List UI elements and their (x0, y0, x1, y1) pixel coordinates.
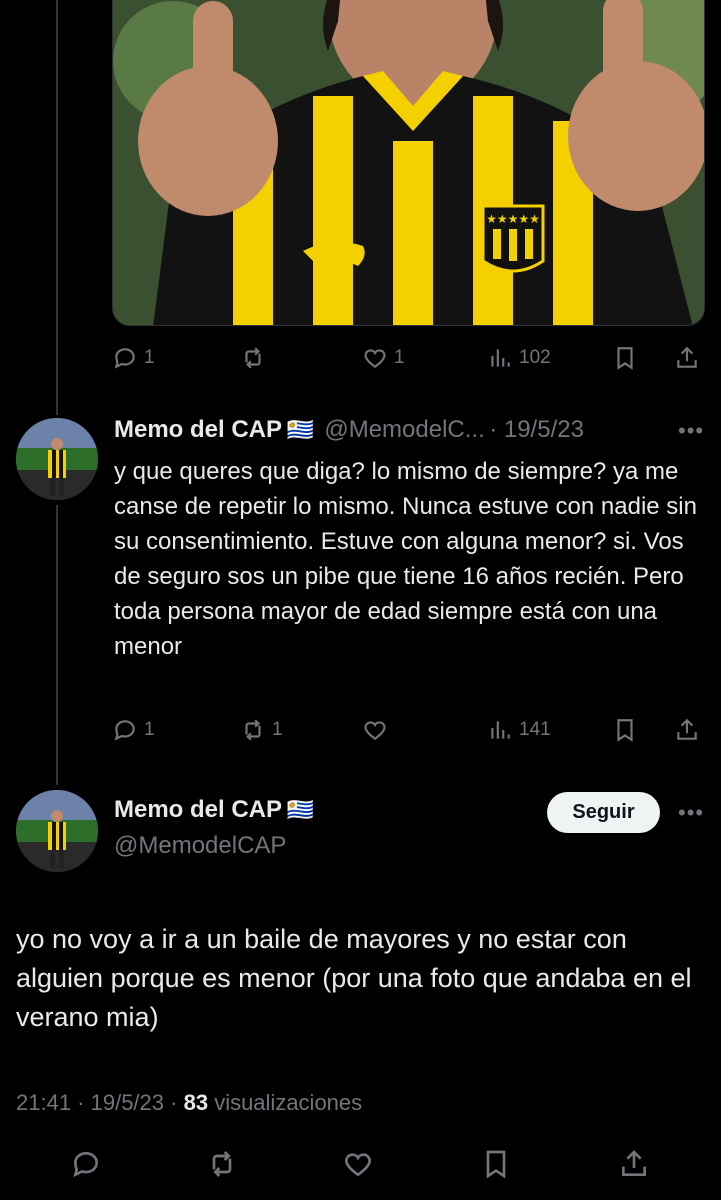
views-chart-icon (491, 721, 510, 739)
heart-icon (345, 1153, 371, 1177)
share-button[interactable] (618, 1148, 650, 1185)
reply-icon (114, 348, 135, 369)
retweet-icon (212, 1151, 232, 1177)
tweet-time[interactable]: 21:41 · 19/5/23 · (16, 1090, 177, 1115)
avatar[interactable] (16, 418, 98, 500)
bookmark-button[interactable] (480, 1148, 512, 1185)
uruguay-flag-icon: 🇺🇾 (286, 417, 314, 442)
views-chart-icon (491, 349, 510, 367)
tweet-meta: 21:41 · 19/5/23 · 83 visualizaciones (16, 1090, 362, 1116)
reply-button[interactable] (70, 1148, 102, 1185)
bookmark-icon (486, 1150, 506, 1179)
retweet-action[interactable] (240, 340, 272, 376)
views-action[interactable]: 141 (487, 712, 551, 748)
main-tweet-author: Memo del CAP 🇺🇾 (114, 796, 314, 824)
tweet-image[interactable]: ★★★★★ (112, 0, 705, 326)
quoted-tweet-actions: 1 1 141 (112, 712, 712, 748)
like-action[interactable] (362, 712, 394, 748)
reply-count: 1 (144, 719, 155, 740)
views-count: 141 (519, 719, 551, 740)
heart-icon (364, 349, 386, 368)
like-button[interactable] (342, 1148, 374, 1185)
like-action[interactable]: 1 (362, 340, 405, 376)
reply-icon (114, 720, 135, 741)
avatar-image (16, 418, 98, 500)
reply-action[interactable]: 1 (112, 712, 155, 748)
author-handle[interactable]: @MemodelC... (324, 416, 484, 443)
quoted-tweet-header: Memo del CAP 🇺🇾 @MemodelC... · 19/5/23 (114, 416, 584, 444)
bookmark-action[interactable] (612, 340, 638, 376)
jersey-photo: ★★★★★ (113, 0, 704, 325)
more-options-icon[interactable]: ••• (678, 418, 704, 444)
uruguay-flag-icon: 🇺🇾 (286, 797, 314, 822)
share-icon (622, 1150, 646, 1176)
views-count: 83 (183, 1090, 209, 1115)
quoted-tweet-text: y que queres que diga? lo mismo de siemp… (114, 458, 697, 660)
share-action[interactable] (674, 712, 700, 748)
bookmark-action[interactable] (612, 712, 638, 748)
avatar-image (16, 790, 98, 872)
main-tweet-text: yo no voy a ir a un baile de mayores y n… (16, 924, 692, 1032)
avatar[interactable] (16, 790, 98, 872)
author-handle[interactable]: @MemodelCAP (114, 832, 286, 860)
bookmark-icon (617, 347, 633, 370)
reply-action[interactable]: 1 (112, 340, 155, 376)
retweet-action[interactable]: 1 (240, 712, 283, 748)
views-label: visualizaciones (214, 1090, 363, 1115)
more-options-icon[interactable]: ••• (678, 800, 704, 826)
reply-icon (73, 1151, 99, 1178)
thread-line-mid (56, 505, 58, 785)
author-name[interactable]: Memo del CAP (114, 416, 282, 443)
heart-icon (364, 721, 386, 740)
main-tweet-actions (0, 1148, 721, 1188)
follow-button[interactable]: Seguir (547, 792, 660, 833)
reply-count: 1 (144, 347, 155, 368)
tweet-date[interactable]: · 19/5/23 (489, 416, 584, 443)
retweet-icon (245, 719, 261, 741)
retweet-count: 1 (272, 719, 283, 740)
views-action[interactable]: 102 (487, 340, 551, 376)
share-icon (677, 718, 697, 740)
svg-text:★★★★★: ★★★★★ (486, 212, 540, 226)
retweet-button[interactable] (206, 1148, 238, 1185)
author-name[interactable]: Memo del CAP (114, 796, 282, 823)
retweet-icon (245, 347, 261, 369)
share-icon (677, 346, 697, 368)
bookmark-icon (617, 719, 633, 742)
like-count: 1 (394, 347, 405, 368)
reply-tweet-actions: 1 1 102 (112, 340, 712, 376)
views-count: 102 (519, 347, 551, 368)
thread-line-top (56, 0, 58, 415)
share-action[interactable] (674, 340, 700, 376)
